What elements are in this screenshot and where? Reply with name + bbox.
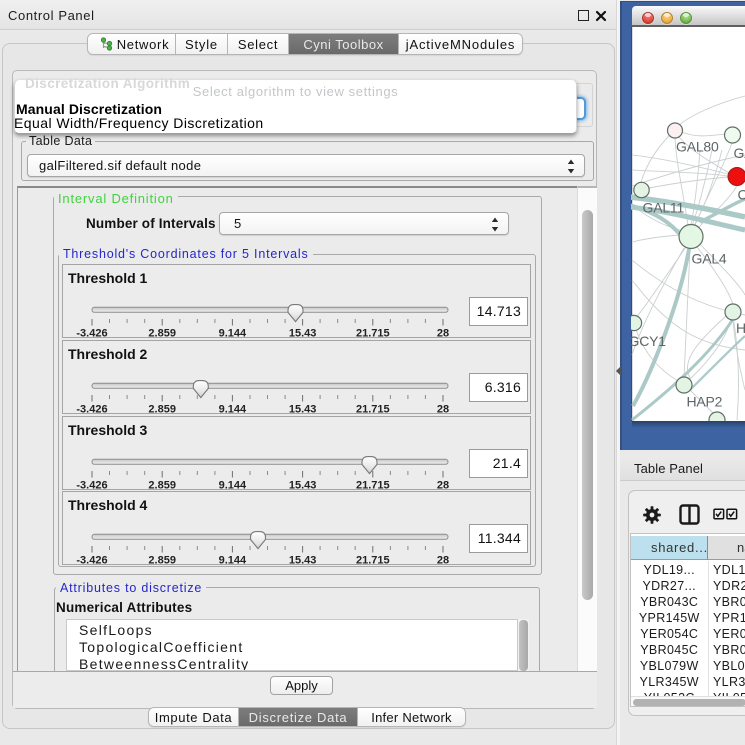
svg-text:-3.426: -3.426 (76, 480, 107, 492)
svg-text:GAL80: GAL80 (676, 139, 719, 155)
svg-text:2.859: 2.859 (148, 480, 176, 492)
svg-text:-3.426: -3.426 (76, 555, 107, 567)
svg-text:28: 28 (437, 328, 449, 340)
svg-text:15.43: 15.43 (289, 555, 317, 567)
svg-text:GAL11: GAL11 (643, 200, 685, 216)
svg-text:15.43: 15.43 (289, 404, 317, 416)
svg-text:21.715: 21.715 (356, 480, 390, 492)
svg-text:21.715: 21.715 (356, 555, 390, 567)
svg-text:2.859: 2.859 (148, 404, 176, 416)
svg-text:CA: CA (738, 187, 745, 203)
svg-text:HAP2: HAP2 (687, 394, 723, 410)
svg-text:9.144: 9.144 (219, 555, 247, 567)
svg-text:2.859: 2.859 (148, 555, 176, 567)
svg-text:9.144: 9.144 (219, 480, 247, 492)
svg-text:21.715: 21.715 (356, 328, 390, 340)
svg-text:GCY1: GCY1 (631, 333, 666, 349)
svg-text:21.715: 21.715 (356, 404, 390, 416)
svg-text:28: 28 (437, 555, 449, 567)
svg-text:9.144: 9.144 (219, 328, 247, 340)
svg-text:15.43: 15.43 (289, 480, 317, 492)
svg-text:-3.426: -3.426 (76, 404, 107, 416)
svg-text:GA: GA (734, 145, 745, 161)
svg-text:-3.426: -3.426 (76, 328, 107, 340)
svg-text:15.43: 15.43 (289, 328, 317, 340)
svg-text:9.144: 9.144 (219, 404, 247, 416)
svg-text:HI: HI (736, 320, 745, 336)
svg-text:2.859: 2.859 (148, 328, 176, 340)
svg-text:GAL4: GAL4 (692, 251, 727, 267)
svg-text:28: 28 (437, 480, 449, 492)
svg-text:28: 28 (437, 404, 449, 416)
